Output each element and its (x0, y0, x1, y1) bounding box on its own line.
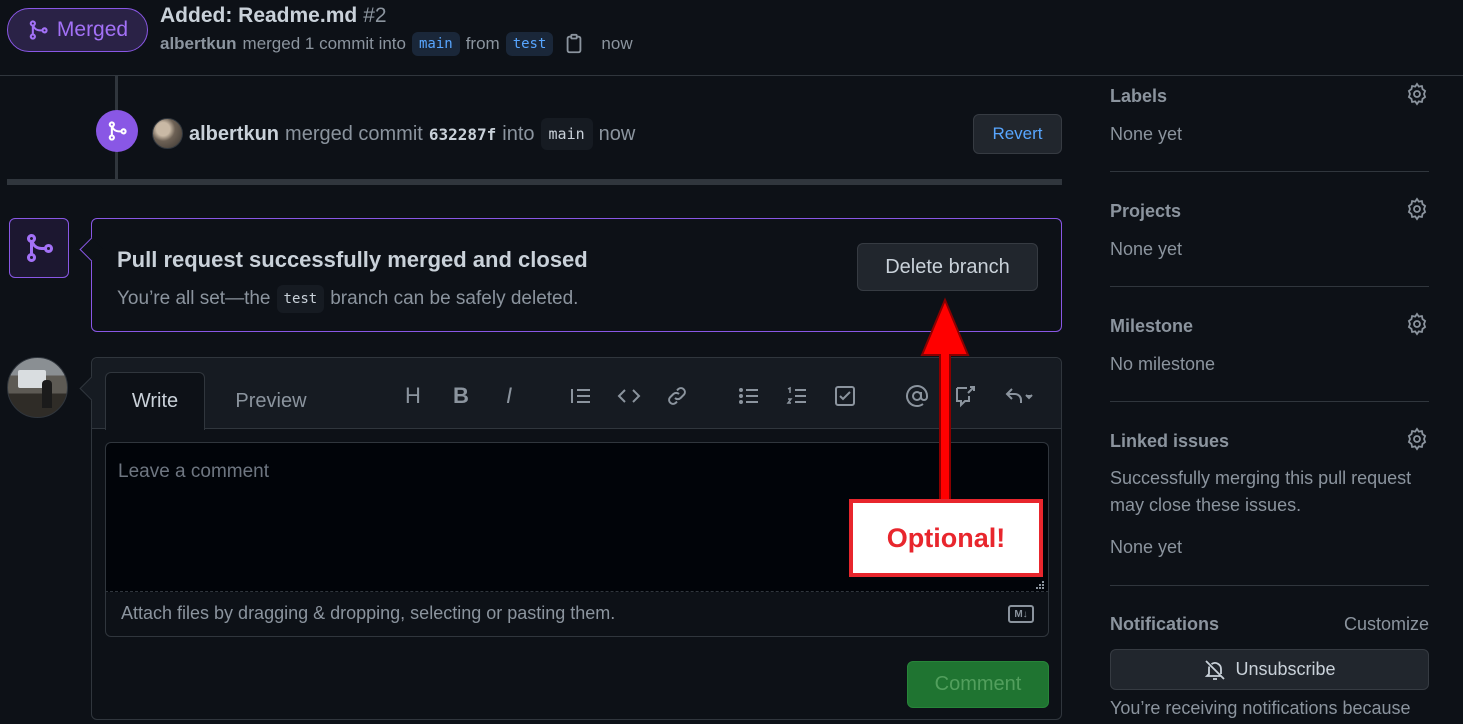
bell-slash-icon (1205, 659, 1226, 680)
pr-author-link[interactable]: albertkun (160, 34, 237, 54)
head-branch-label[interactable]: test (505, 32, 554, 56)
pr-merged-text: merged 1 commit into (242, 34, 406, 53)
avatar-person-shape (42, 380, 52, 408)
customize-link[interactable]: Customize (1344, 614, 1429, 635)
milestone-title[interactable]: Milestone (1110, 316, 1193, 337)
bullet-list-icon[interactable] (735, 382, 763, 410)
projects-title[interactable]: Projects (1110, 201, 1181, 222)
file-attach-bar[interactable]: Attach files by dragging & dropping, sel… (105, 592, 1049, 637)
delete-branch-button[interactable]: Delete branch (857, 243, 1038, 291)
deletable-branch-label: test (276, 285, 325, 313)
merge-target-branch[interactable]: main (540, 118, 593, 150)
git-merge-icon (108, 121, 127, 141)
unsubscribe-button[interactable]: Unsubscribe (1110, 649, 1429, 690)
unsubscribe-label: Unsubscribe (1235, 659, 1336, 679)
sidebar-notifications: Notifications Customize (1110, 586, 1429, 646)
base-branch-label[interactable]: main (411, 32, 460, 56)
sidebar-milestone: Milestone No milestone (1110, 287, 1429, 402)
merge-author-link[interactable]: albertkun (189, 123, 279, 146)
comment-submit-button[interactable]: Comment (907, 661, 1049, 708)
pr-number: #2 (363, 4, 387, 27)
notifications-title: Notifications (1110, 614, 1220, 634)
pr-header: Merged Added: Readme.md #2 albertkun merg… (0, 0, 1463, 76)
gear-icon[interactable] (1405, 427, 1429, 451)
sidebar-projects: Projects None yet (1110, 172, 1429, 287)
linked-issues-value: None yet (1110, 537, 1183, 557)
code-icon[interactable] (615, 382, 643, 410)
saved-replies-icon[interactable] (999, 382, 1039, 410)
merge-event-icon (96, 110, 138, 152)
merged-badge-label: Merged (56, 18, 129, 41)
linked-issues-desc-line2: may close these issues. (1110, 495, 1302, 515)
pr-title: Added: Readme.md #2 (160, 4, 387, 28)
annotation-callout: Optional! (849, 499, 1043, 577)
heading-icon[interactable]: H (399, 382, 427, 410)
merge-event-time: now (598, 122, 636, 145)
resize-grip-icon[interactable] (1035, 580, 1045, 590)
merge-author-avatar[interactable] (152, 118, 183, 149)
numbered-list-icon[interactable] (783, 382, 811, 410)
tab-preview[interactable]: Preview (220, 372, 322, 430)
labels-value: None yet (1110, 124, 1183, 144)
pr-meta: albertkun merged 1 commit into main from… (160, 32, 633, 56)
gear-icon[interactable] (1405, 197, 1429, 221)
projects-value: None yet (1110, 239, 1183, 259)
annotation-arrow (920, 297, 970, 501)
merged-heading: Pull request successfully merged and clo… (117, 247, 588, 272)
merged-commit-text: merged commit (285, 122, 423, 145)
copy-icon[interactable] (563, 33, 585, 55)
gear-icon[interactable] (1405, 82, 1429, 106)
quote-icon[interactable] (567, 382, 595, 410)
pr-from-text: from (465, 34, 500, 53)
linked-issues-title[interactable]: Linked issues (1110, 431, 1229, 452)
sidebar-linked-issues: Linked issues Successfully merging this … (1110, 402, 1429, 586)
timeline-end-divider (7, 179, 1062, 185)
merged-subtext: You’re all set—the test branch can be sa… (117, 285, 578, 313)
milestone-value: No milestone (1110, 354, 1216, 374)
merge-event-text: albertkun merged commit 632287f into mai… (189, 118, 635, 150)
revert-button[interactable]: Revert (973, 114, 1062, 154)
notification-reason: You’re receiving notifications because (1110, 698, 1411, 718)
current-user-avatar[interactable] (7, 357, 68, 418)
link-icon[interactable] (663, 382, 691, 410)
into-text: into (502, 122, 535, 145)
gear-icon[interactable] (1405, 312, 1429, 336)
tab-write[interactable]: Write (105, 372, 205, 430)
merged-sub-suffix: branch can be safely deleted. (330, 288, 579, 309)
pr-time: now (601, 34, 633, 53)
merged-status-icon-box (9, 218, 69, 278)
sidebar-labels: Labels None yet (1110, 76, 1429, 172)
git-merge-icon (29, 20, 48, 40)
merged-status-badge: Merged (7, 8, 148, 52)
commit-sha-link[interactable]: 632287f (429, 125, 496, 144)
merged-sub-prefix: You’re all set—the (117, 288, 271, 309)
linked-issues-desc-line1: Successfully merging this pull request (1110, 468, 1412, 488)
labels-title[interactable]: Labels (1110, 86, 1167, 107)
task-list-icon[interactable] (831, 382, 859, 410)
markdown-icon[interactable]: M↓ (1008, 605, 1034, 623)
italic-icon[interactable]: I (495, 382, 523, 410)
bold-icon[interactable]: B (447, 382, 475, 410)
git-merge-icon (27, 234, 54, 262)
attach-text: Attach files by dragging & dropping, sel… (121, 603, 616, 623)
pr-title-text: Added: Readme.md (160, 4, 358, 27)
